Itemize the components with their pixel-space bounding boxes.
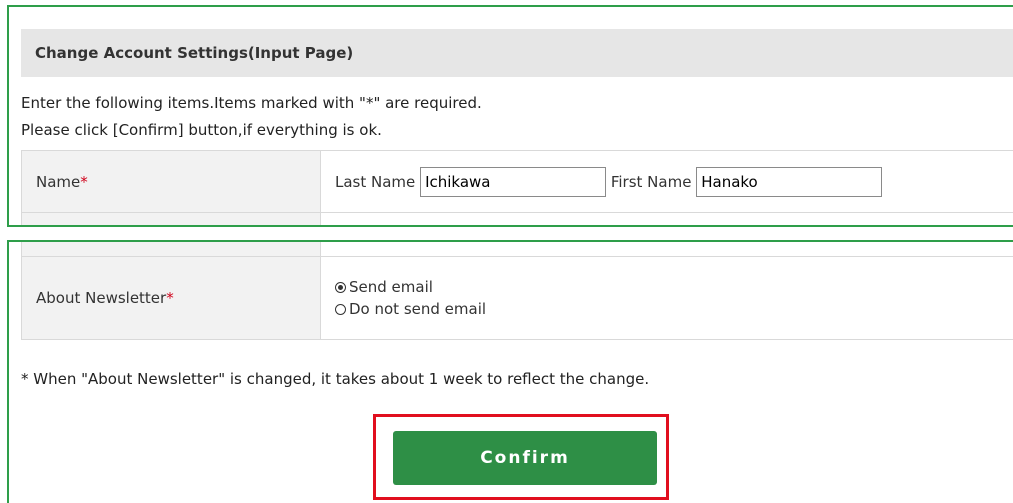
account-settings-panel-top: Change Account Settings(Input Page) Ente… (7, 5, 1013, 227)
prev-row-partial (21, 242, 1013, 257)
last-name-label: Last Name (335, 172, 416, 191)
newsletter-row: About Newsletter* Send email Do not send… (21, 256, 1013, 340)
next-row-label (21, 212, 321, 225)
account-settings-panel-bottom: About Newsletter* Send email Do not send… (7, 240, 1013, 503)
confirm-button[interactable]: Confirm (393, 431, 657, 485)
first-name-input[interactable] (696, 166, 883, 197)
newsletter-label: About Newsletter (36, 289, 167, 307)
required-asterisk: * (80, 172, 88, 191)
next-row-value (320, 212, 1013, 225)
section-header: Change Account Settings(Input Page) (21, 29, 1013, 77)
first-name-label: First Name (610, 172, 692, 191)
send-email-label: Send email (349, 278, 433, 296)
send-email-option[interactable]: Send email (335, 276, 1013, 298)
newsletter-change-note: * When "About Newsletter" is changed, it… (21, 370, 650, 388)
name-row-value: Last Name First Name (320, 150, 1013, 213)
newsletter-row-value: Send email Do not send email (320, 256, 1013, 340)
last-name-input[interactable] (420, 166, 607, 197)
prev-row-label (21, 242, 321, 257)
name-row-label: Name* (21, 150, 321, 213)
name-row: Name* Last Name First Name (21, 150, 1013, 213)
name-label: Name (36, 172, 81, 191)
next-row-partial (21, 212, 1013, 225)
instruction-required: Enter the following items.Items marked w… (21, 94, 482, 112)
newsletter-form-table: About Newsletter* Send email Do not send… (21, 242, 1013, 340)
instruction-confirm: Please click [Confirm] button,if everyth… (21, 121, 382, 139)
do-not-send-email-label: Do not send email (349, 300, 487, 318)
do-not-send-email-option[interactable]: Do not send email (335, 298, 1013, 320)
prev-row-value (320, 242, 1013, 257)
required-asterisk: * (166, 289, 174, 307)
newsletter-row-label: About Newsletter* (21, 256, 321, 340)
radio-selected-icon[interactable] (335, 281, 346, 293)
radio-unselected-icon[interactable] (335, 303, 346, 315)
name-form-table: Name* Last Name First Name (21, 150, 1013, 225)
